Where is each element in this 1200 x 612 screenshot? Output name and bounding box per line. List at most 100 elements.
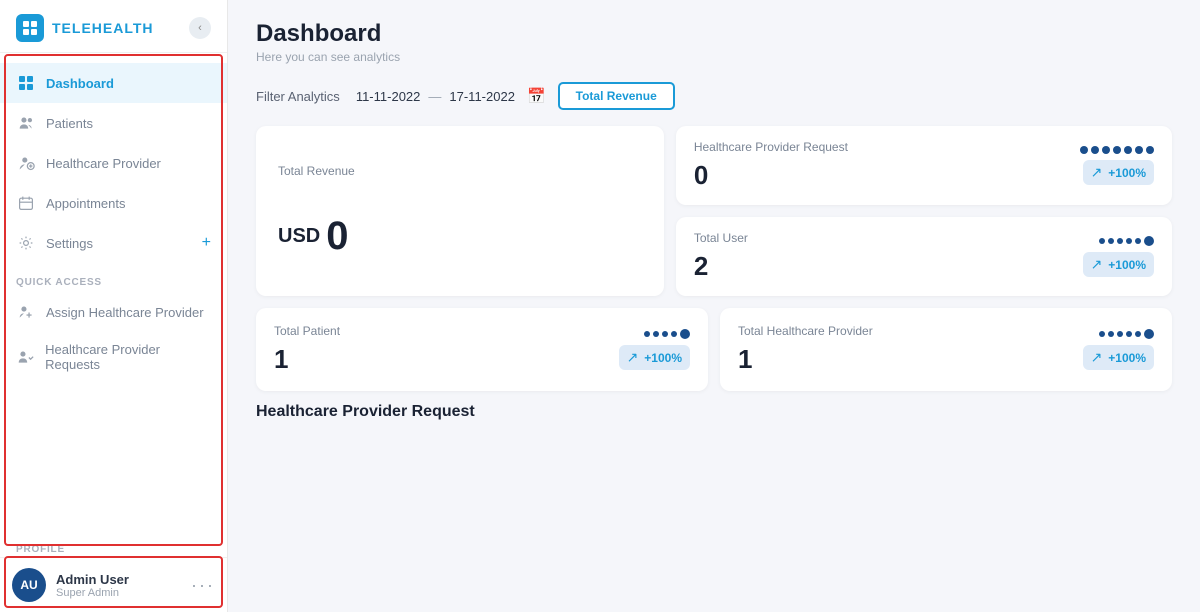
total-healthcare-provider-value: 1 (738, 344, 873, 375)
dot (1091, 146, 1099, 154)
sidebar-item-healthcare-provider[interactable]: Healthcare Provider (0, 143, 227, 183)
hp-request-trend: +100% (1108, 166, 1146, 180)
sidebar-item-patients[interactable]: Patients (0, 103, 227, 143)
healthcare-provider-icon (16, 153, 36, 173)
total-user-trend-box: ↗ +100% (1083, 252, 1154, 277)
total-user-right: ↗ +100% (1083, 236, 1154, 277)
sidebar-item-settings-label: Settings (46, 236, 93, 251)
dot (1135, 238, 1141, 244)
app-name: TELEHEALTH (52, 20, 154, 36)
total-patient-dot-chart (644, 329, 690, 339)
revenue-value: 0 (326, 214, 348, 259)
total-patient-left: Total Patient 1 (274, 324, 340, 375)
sidebar-collapse-button[interactable]: ‹ (189, 17, 211, 39)
sidebar-item-assign-provider-label: Assign Healthcare Provider (46, 305, 204, 320)
settings-plus-icon[interactable]: + (202, 234, 211, 252)
sidebar-item-appointments[interactable]: Appointments (0, 183, 227, 223)
page-header: Dashboard Here you can see analytics (256, 20, 1172, 64)
sidebar-item-assign-provider[interactable]: Assign Healthcare Provider (0, 292, 227, 332)
dot (1126, 331, 1132, 337)
sidebar-logo: TELEHEALTH ‹ (0, 0, 227, 53)
total-patient-label: Total Patient (274, 324, 340, 338)
dot (1124, 146, 1132, 154)
total-user-label: Total User (694, 231, 748, 245)
total-patient-value: 1 (274, 344, 340, 375)
total-user-left: Total User 2 (694, 231, 748, 282)
dot (1099, 331, 1105, 337)
total-user-value: 2 (694, 251, 748, 282)
dot (671, 331, 677, 337)
hp-request-card: Healthcare Provider Request 0 ↗ (676, 126, 1172, 205)
total-user-card: Total User 2 ↗ +100% (676, 217, 1172, 296)
stats-row-2: Total Patient 1 ↗ +100% Total (256, 308, 1172, 391)
total-user-dot-chart (1099, 236, 1154, 246)
gear-icon (16, 233, 36, 253)
hp-request-dot-chart (1080, 146, 1154, 154)
trend-up-icon: ↗ (1091, 256, 1103, 273)
provider-requests-icon (16, 347, 35, 367)
page-subtitle: Here you can see analytics (256, 50, 1172, 64)
quick-access-label: QUICK ACCESS (0, 263, 227, 292)
sidebar-item-settings[interactable]: Settings + (0, 223, 227, 263)
dot (644, 331, 650, 337)
total-revenue-filter-button[interactable]: Total Revenue (558, 82, 675, 110)
right-cards-1: Healthcare Provider Request 0 ↗ (676, 126, 1172, 296)
hp-request-left: Healthcare Provider Request 0 (694, 140, 848, 191)
sidebar-item-healthcare-provider-label: Healthcare Provider (46, 156, 161, 171)
assign-provider-icon (16, 302, 36, 322)
main-content: Dashboard Here you can see analytics Fil… (228, 0, 1200, 612)
stats-row-1: Total Revenue USD 0 Healthcare Provider … (256, 126, 1172, 296)
dot (1144, 329, 1154, 339)
total-patient-trend-box: ↗ +100% (619, 345, 690, 370)
dot (1126, 238, 1132, 244)
dot (1108, 331, 1114, 337)
date-to: 17-11-2022 (449, 89, 515, 104)
dot (1146, 146, 1154, 154)
profile-label: PROFILE (0, 538, 227, 557)
filter-bar: Filter Analytics 11-11-2022 — 17-11-2022… (256, 82, 1172, 110)
revenue-prefix: USD (278, 225, 320, 248)
dot (1135, 146, 1143, 154)
total-healthcare-provider-right: ↗ +100% (1083, 329, 1154, 370)
hp-request-right: ↗ +100% (1080, 146, 1154, 185)
dot (1080, 146, 1088, 154)
total-patient-card: Total Patient 1 ↗ +100% (256, 308, 708, 391)
dot (1144, 236, 1154, 246)
total-patient-right: ↗ +100% (619, 329, 690, 370)
calendar-picker-icon[interactable]: 📅 (527, 87, 546, 105)
dot (680, 329, 690, 339)
filter-label: Filter Analytics (256, 89, 340, 104)
dot (1117, 331, 1123, 337)
revenue-label: Total Revenue (278, 164, 642, 178)
sidebar-item-provider-requests[interactable]: Healthcare Provider Requests (0, 332, 227, 382)
hp-request-trend-box: ↗ +100% (1083, 160, 1154, 185)
logo-icon (16, 14, 44, 42)
sidebar: TELEHEALTH ‹ Dashboard (0, 0, 228, 612)
revenue-card: Total Revenue USD 0 (256, 126, 664, 296)
profile-more-button[interactable]: ··· (191, 575, 215, 596)
total-healthcare-provider-label: Total Healthcare Provider (738, 324, 873, 338)
dot (1099, 238, 1105, 244)
dot (1108, 238, 1114, 244)
total-healthcare-provider-card: Total Healthcare Provider 1 ↗ +100% (720, 308, 1172, 391)
sidebar-nav: Dashboard Patients (0, 53, 227, 538)
date-range: 11-11-2022 — 17-11-2022 (356, 89, 515, 104)
trend-up-icon: ↗ (1091, 349, 1103, 366)
date-from: 11-11-2022 (356, 89, 421, 104)
sidebar-item-provider-requests-label: Healthcare Provider Requests (45, 342, 211, 372)
sidebar-item-dashboard-label: Dashboard (46, 76, 114, 91)
trend-up-icon: ↗ (1091, 164, 1103, 181)
dot (1117, 238, 1123, 244)
total-healthcare-provider-left: Total Healthcare Provider 1 (738, 324, 873, 375)
trend-up-icon: ↗ (627, 349, 639, 366)
date-dash: — (428, 89, 441, 104)
dot (1102, 146, 1110, 154)
sidebar-item-patients-label: Patients (46, 116, 93, 131)
page-title: Dashboard (256, 20, 1172, 48)
calendar-icon (16, 193, 36, 213)
total-patient-trend: +100% (644, 351, 682, 365)
profile-info: Admin User Super Admin (56, 572, 181, 599)
total-healthcare-provider-trend: +100% (1108, 351, 1146, 365)
grid-icon (16, 73, 36, 93)
sidebar-item-dashboard[interactable]: Dashboard (0, 63, 227, 103)
